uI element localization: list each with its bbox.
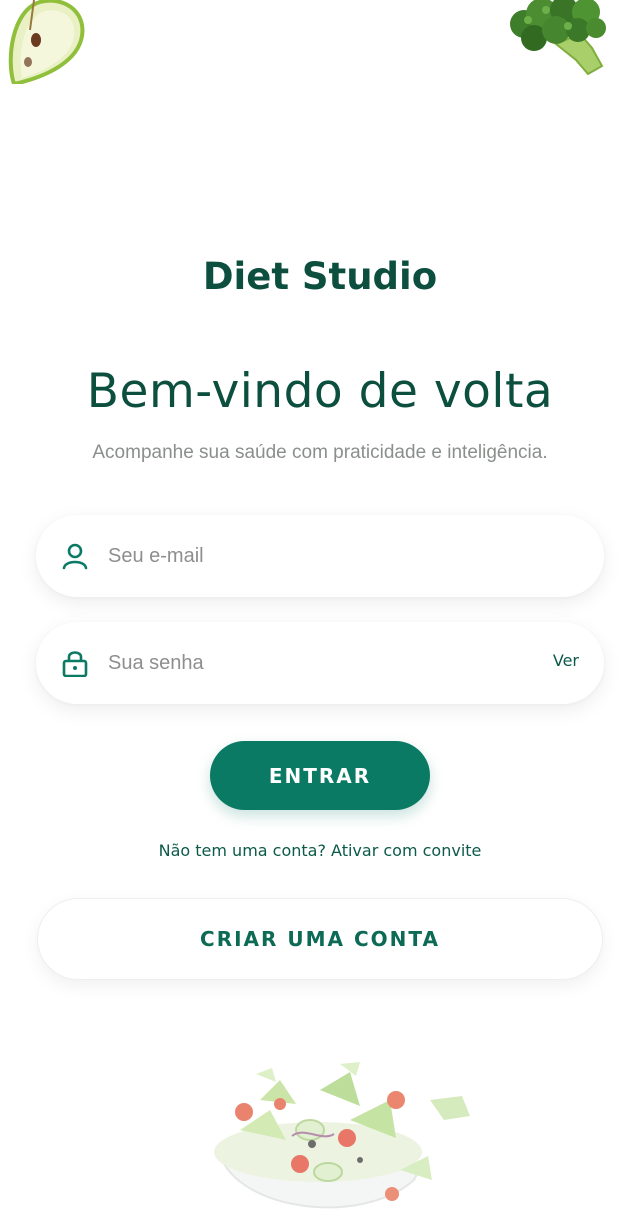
page-subtitle: Acompanhe sua saúde com praticidade e in… — [92, 442, 548, 463]
user-icon — [62, 543, 88, 570]
password-input[interactable] — [108, 642, 528, 684]
email-input[interactable] — [108, 535, 528, 577]
password-field[interactable]: Ver — [36, 622, 604, 704]
activate-invite-link[interactable]: Não tem uma conta? Ativar com convite — [0, 841, 640, 860]
lock-icon — [62, 651, 88, 677]
apple-slice-illustration — [8, 0, 85, 84]
app-logo-text: Diet Studio — [202, 255, 438, 298]
broccoli-illustration — [510, 0, 606, 76]
show-password-toggle[interactable]: Ver — [553, 651, 579, 670]
page-title: Bem-vindo de volta — [86, 364, 554, 419]
salad-bowl-illustration — [214, 1062, 470, 1209]
login-button[interactable]: ENTRAR — [210, 741, 430, 810]
create-account-button[interactable]: CRIAR UMA CONTA — [37, 898, 603, 980]
email-field[interactable] — [36, 515, 604, 597]
